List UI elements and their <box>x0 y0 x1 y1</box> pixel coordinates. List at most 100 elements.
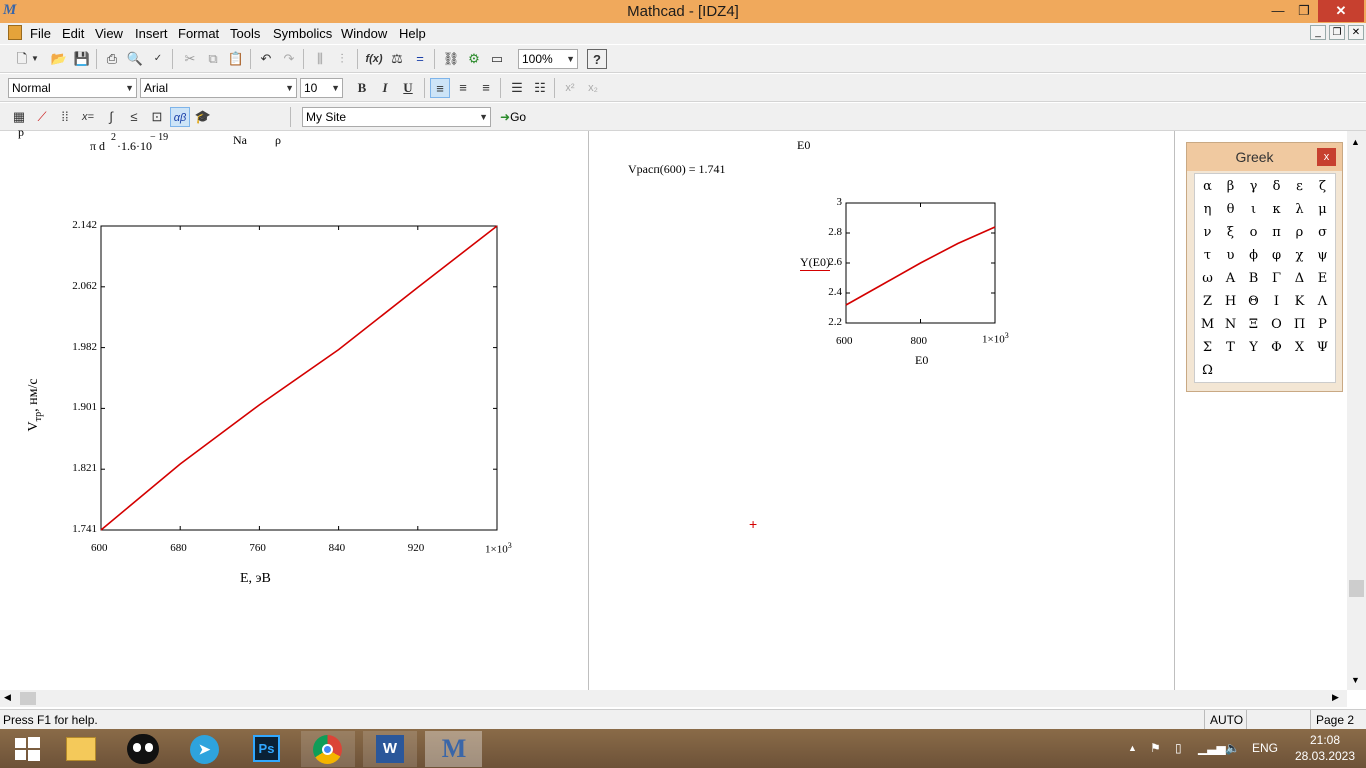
menu-window[interactable]: Window <box>341 26 387 41</box>
site-select[interactable]: My Site ▼ <box>302 107 491 127</box>
chrome-icon[interactable] <box>301 731 355 767</box>
greek-letter-button[interactable]: φ <box>1265 244 1288 267</box>
insert-hyperlink-icon[interactable]: ⛓ <box>441 49 461 69</box>
tray-battery-icon[interactable]: ▯ <box>1175 729 1182 768</box>
scroll-up-icon[interactable]: ▲ <box>1351 137 1360 147</box>
new-dropdown-icon[interactable]: ▼ <box>30 49 40 69</box>
greek-letter-button[interactable]: ω <box>1196 267 1219 290</box>
greek-letter-button[interactable]: Χ <box>1288 336 1311 359</box>
menu-view[interactable]: View <box>95 26 123 41</box>
scroll-left-icon[interactable]: ◀ <box>4 692 11 703</box>
greek-letter-button[interactable]: Ξ <box>1242 313 1265 336</box>
greek-letter-button[interactable]: ε <box>1288 175 1311 198</box>
restore-button[interactable]: ❐ <box>1292 0 1316 22</box>
velocity-plot[interactable]: 2.142 2.062 1.982 1.901 1.821 1.741 600 680 760… <box>10 211 550 591</box>
align-across-icon[interactable]: ⫼ <box>310 49 330 69</box>
greek-letter-button[interactable]: τ <box>1196 244 1219 267</box>
greek-letter-button[interactable]: Ζ <box>1196 290 1219 313</box>
greek-letter-button[interactable]: π <box>1265 221 1288 244</box>
symbolic-icon[interactable]: 🎓 <box>193 107 213 127</box>
align-center-icon[interactable]: ≡ <box>453 78 473 98</box>
greek-letter-button[interactable]: ζ <box>1311 175 1334 198</box>
subscript-button[interactable]: x₂ <box>583 78 603 98</box>
calculus-icon[interactable]: ∫ <box>101 107 121 127</box>
graph-icon[interactable]: ⟋ <box>32 107 52 127</box>
greek-letter-button[interactable]: Γ <box>1265 267 1288 290</box>
menu-help[interactable]: Help <box>399 26 426 41</box>
greek-letter-button[interactable]: ρ <box>1288 221 1311 244</box>
numbering-icon[interactable]: ☷ <box>530 78 550 98</box>
underline-button[interactable]: U <box>398 78 418 98</box>
tray-expand-icon[interactable]: ▲ <box>1128 729 1137 768</box>
greek-letter-button[interactable]: η <box>1196 198 1219 221</box>
greek-letter-button[interactable]: ι <box>1242 198 1265 221</box>
vertical-scrollbar[interactable]: ▲ ▼ <box>1347 131 1366 690</box>
greek-letter-button[interactable]: Ν <box>1219 313 1242 336</box>
mdi-minimize-button[interactable]: _ <box>1310 25 1326 40</box>
greek-letter-button[interactable]: Σ <box>1196 336 1219 359</box>
greek-letter-button[interactable]: Β <box>1242 267 1265 290</box>
greek-letter-button[interactable]: Π <box>1288 313 1311 336</box>
run-project-icon[interactable]: ▭ <box>487 49 507 69</box>
greek-letter-button[interactable]: ψ <box>1311 244 1334 267</box>
photoshop-icon[interactable]: Ps <box>240 731 294 767</box>
menu-tools[interactable]: Tools <box>230 26 260 41</box>
greek-letter-button[interactable]: Μ <box>1196 313 1219 336</box>
close-button[interactable]: ✕ <box>1318 0 1364 22</box>
greek-close-button[interactable]: x <box>1317 148 1336 166</box>
calculate-icon[interactable]: = <box>410 49 430 69</box>
scroll-thumb[interactable] <box>20 692 36 705</box>
print-preview-icon[interactable]: 🔍 <box>125 49 145 69</box>
greek-letter-button[interactable]: Δ <box>1288 267 1311 290</box>
word-icon[interactable]: W <box>363 731 417 767</box>
greek-letter-button[interactable]: λ <box>1288 198 1311 221</box>
document-icon[interactable] <box>8 25 22 40</box>
bullets-icon[interactable]: ☰ <box>507 78 527 98</box>
file-explorer-icon[interactable] <box>54 731 108 767</box>
print-icon[interactable]: ⎙ <box>102 49 122 69</box>
greek-palette-header[interactable]: Greek x <box>1187 143 1342 171</box>
menu-symbolics[interactable]: Symbolics <box>273 26 332 41</box>
superscript-button[interactable]: x² <box>560 78 580 98</box>
copy-icon[interactable]: ⧉ <box>203 49 223 69</box>
boolean-icon[interactable]: ≤ <box>124 107 144 127</box>
greek-letter-button[interactable]: Ψ <box>1311 336 1334 359</box>
font-size-select[interactable]: 10 ▼ <box>300 78 343 98</box>
greek-letter-button[interactable]: ο <box>1242 221 1265 244</box>
greek-letter-button[interactable]: υ <box>1219 244 1242 267</box>
scroll-down-icon[interactable]: ▼ <box>1351 675 1360 685</box>
greek-letter-button[interactable]: Ο <box>1265 313 1288 336</box>
menu-format[interactable]: Format <box>178 26 219 41</box>
greek-letter-button[interactable]: δ <box>1265 175 1288 198</box>
menu-edit[interactable]: Edit <box>62 26 84 41</box>
formula-fragment[interactable]: p <box>18 125 24 140</box>
greek-letter-button[interactable]: θ <box>1219 198 1242 221</box>
worksheet[interactable]: p π d 2 ·1.6·10 − 19 Na ρ 2.142 2.062 1.98… <box>0 125 1366 690</box>
zoom-select[interactable]: 100% ▼ <box>518 49 578 69</box>
paste-icon[interactable]: 📋 <box>226 49 246 69</box>
greek-letter-button[interactable]: Θ <box>1242 290 1265 313</box>
greek-letter-button[interactable]: κ <box>1265 198 1288 221</box>
greek-letter-button[interactable]: Ε <box>1311 267 1334 290</box>
horizontal-scrollbar[interactable]: ◀ ▶ <box>0 690 1347 707</box>
align-left-icon[interactable]: ≡ <box>430 78 450 98</box>
new-icon[interactable]: 🗋 <box>12 49 32 69</box>
italic-button[interactable]: I <box>375 78 395 98</box>
greek-letter-button[interactable]: ϕ <box>1242 244 1265 267</box>
tray-flag-icon[interactable]: ⚑ <box>1150 729 1161 768</box>
tray-language[interactable]: ENG <box>1252 729 1278 768</box>
scroll-thumb[interactable] <box>1349 580 1364 597</box>
insert-unit-icon[interactable]: ⚖ <box>387 49 407 69</box>
minimize-button[interactable]: — <box>1266 0 1290 22</box>
y-e0-plot[interactable]: 3 2.8 2.6 2.4 2.2 600 800 1×103 Y(E0) E0 <box>790 191 1030 371</box>
menu-insert[interactable]: Insert <box>135 26 168 41</box>
redo-icon[interactable]: ↷ <box>279 49 299 69</box>
greek-letter-button[interactable]: Α <box>1219 267 1242 290</box>
mdi-close-button[interactable]: ✕ <box>1348 25 1364 40</box>
greek-letter-button[interactable]: α <box>1196 175 1219 198</box>
start-windows-icon[interactable] <box>0 731 54 767</box>
greek-letter-button[interactable]: μ <box>1311 198 1334 221</box>
mdi-restore-button[interactable]: ❐ <box>1329 25 1345 40</box>
go-button[interactable]: ➜Go <box>500 107 526 127</box>
evaluation-icon[interactable]: x= <box>78 107 98 127</box>
